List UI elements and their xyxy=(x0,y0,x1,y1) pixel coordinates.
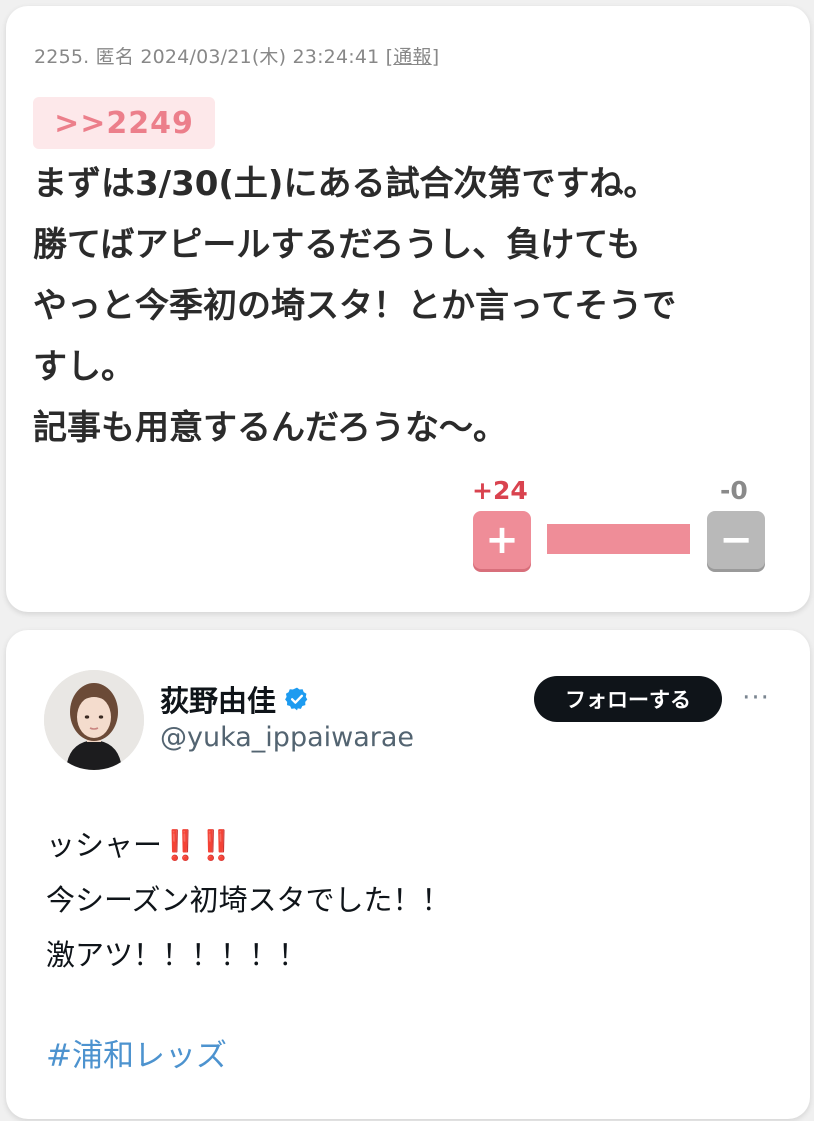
comment-datetime: 2024/03/21(木) 23:24:41 xyxy=(140,46,380,68)
comment-meta: 2255. 匿名 2024/03/21(木) 23:24:41 [通報] xyxy=(34,46,440,68)
plus-icon: + xyxy=(485,517,519,563)
verified-badge-icon xyxy=(285,687,308,711)
plus-vote-count: +24 xyxy=(472,476,528,505)
comment-number: 2255. xyxy=(34,46,90,68)
tweet-text: ッシャー‼️‼️ 今シーズン初埼スタでした！！ 激アツ！！！！！！ xyxy=(46,818,786,983)
reply-anchor-link[interactable]: >>2249 xyxy=(33,97,215,149)
tweet-line-1: ッシャー‼️‼️ xyxy=(46,828,235,862)
vote-ratio-fill xyxy=(547,524,690,554)
display-name[interactable]: 荻野由佳 xyxy=(160,678,310,720)
comment-card: 2255. 匿名 2024/03/21(木) 23:24:41 [通報] >>2… xyxy=(6,6,810,612)
tweet-line-3: 激アツ！！！！！！ xyxy=(46,938,308,972)
comment-author: 匿名 xyxy=(95,46,135,68)
hashtag-link[interactable]: #浦和レッズ xyxy=(46,1030,227,1075)
downvote-button[interactable]: − xyxy=(707,511,765,569)
vote-ratio-bar xyxy=(547,524,690,554)
more-options-icon[interactable]: ··· xyxy=(739,678,773,718)
avatar[interactable] xyxy=(44,670,144,770)
upvote-button[interactable]: + xyxy=(473,511,531,569)
embedded-tweet-card: 荻野由佳 @yuka_ippaiwarae フォローする ··· ッシャー‼️‼… xyxy=(6,630,810,1119)
avatar-portrait-icon xyxy=(44,670,144,770)
tweet-line-2: 今シーズン初埼スタでした！！ xyxy=(46,883,451,917)
minus-icon: − xyxy=(719,517,753,563)
follow-button[interactable]: フォローする xyxy=(534,676,722,722)
user-handle[interactable]: @yuka_ippaiwarae xyxy=(160,722,414,753)
double-exclamation-icon: ‼️‼️ xyxy=(162,828,235,862)
report-link[interactable]: 通報 xyxy=(393,46,431,68)
comment-body: まずは3/30(土)にある試合次第ですね。 勝てばアピールするだろうし、負けても… xyxy=(33,164,677,448)
minus-vote-count: -0 xyxy=(720,476,748,505)
